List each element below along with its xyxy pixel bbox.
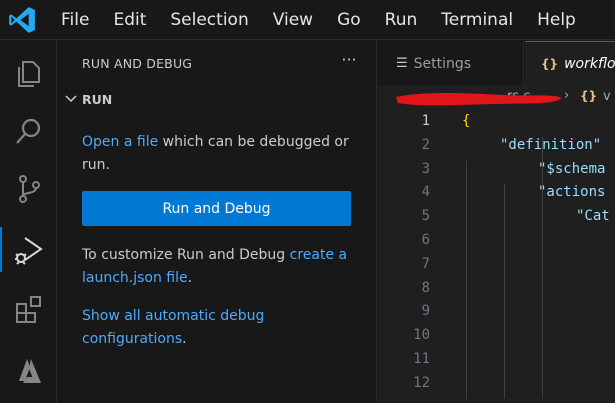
line-number: 3 [421,160,430,177]
line-number: 7 [421,255,430,272]
code-line: "actions [538,184,606,201]
json-braces-icon: {} [541,57,559,71]
extensions-icon[interactable] [0,281,57,338]
show-configs-end: . [182,331,187,347]
more-actions-icon[interactable]: ··· [338,50,360,69]
code-line: "definition" [500,136,602,153]
code-line: { [462,113,471,129]
tab-settings-label: Settings [413,55,472,72]
show-configs-message: Show all automatic debug configurations. [82,305,362,351]
tab-workflow[interactable]: {} workflo [525,41,615,86]
breadcrumb-segment-tail[interactable]: v [603,89,611,104]
indent-guide [466,160,467,399]
run-and-debug-button[interactable]: Run and Debug [82,191,351,226]
tab-workflow-label: workflo [564,56,615,72]
breadcrumb-json-icon: {} [580,89,598,103]
activity-bar [0,41,57,403]
customize-text: To customize Run and Debug [82,247,290,263]
menu-bar: File Edit Selection View Go Run Terminal Help [49,0,588,40]
line-number: 12 [413,374,430,391]
line-number: 4 [421,184,430,201]
editor-tabs: ☰ Settings {} workflo [378,41,615,86]
run-section-header[interactable]: RUN [63,88,112,110]
menu-view[interactable]: View [261,0,325,40]
code-line: "Cat [576,208,610,225]
line-number: 5 [421,208,430,225]
line-number: 8 [421,279,430,296]
line-number: 11 [413,351,430,367]
settings-lines-icon: ☰ [396,56,408,71]
line-number: 9 [421,303,430,320]
line-number: 10 [413,327,430,344]
line-number: 1 [421,113,430,129]
customize-end: . [187,270,193,286]
indent-guide [504,184,505,399]
azure-icon[interactable] [0,342,57,399]
code-line: "$schema [538,160,606,177]
source-control-icon[interactable] [0,160,57,217]
redaction-mark [396,93,562,106]
tab-settings[interactable]: ☰ Settings [378,41,524,86]
sidebar-title: RUN AND DEBUG [82,56,193,71]
indent-guide [542,208,543,399]
customize-message: To customize Run and Debug create a laun… [82,244,362,290]
open-file-message: Open a file which can be debugged or run… [82,131,362,177]
chevron-down-icon [65,95,77,103]
line-number: 2 [421,136,430,153]
explorer-icon[interactable] [0,45,57,102]
breadcrumb-separator-icon: › [564,88,570,103]
menu-file[interactable]: File [49,0,101,40]
menu-run[interactable]: Run [373,0,430,40]
menu-edit[interactable]: Edit [101,0,158,40]
line-number: 6 [421,232,430,248]
menu-terminal[interactable]: Terminal [429,0,525,40]
vscode-logo-icon [9,7,35,33]
editor-area: ☰ Settings {} workflo rs c › {} v 123456… [378,41,615,403]
run-and-debug-icon[interactable] [0,221,57,278]
menu-help[interactable]: Help [525,0,588,40]
run-and-debug-sidebar: RUN AND DEBUG ··· RUN Open a file which … [57,41,377,403]
menu-go[interactable]: Go [325,0,373,40]
search-icon[interactable] [0,102,57,159]
open-file-link[interactable]: Open a file [82,134,158,150]
run-section-label: RUN [82,91,113,107]
title-bar: File Edit Selection View Go Run Terminal Help [0,0,615,40]
show-automatic-debug-configs-link[interactable]: Show all automatic debug configurations [82,308,264,347]
menu-selection[interactable]: Selection [158,0,260,40]
